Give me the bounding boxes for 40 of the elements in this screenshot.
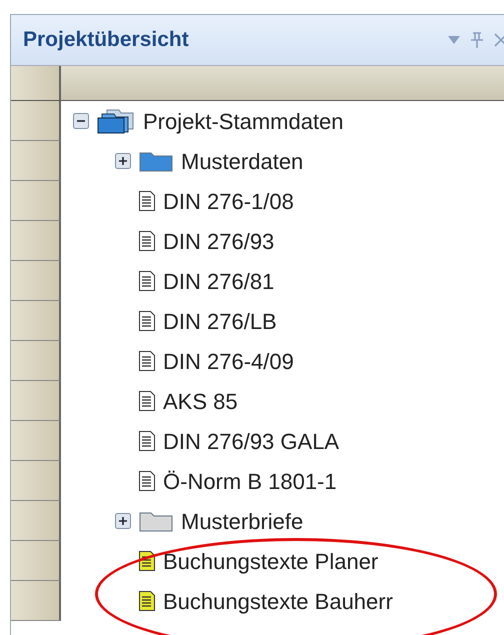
row-header bbox=[11, 581, 61, 621]
row-header bbox=[11, 461, 61, 501]
row-header bbox=[11, 301, 61, 341]
tree-item[interactable]: Ö-Norm B 1801-1 bbox=[163, 464, 337, 498]
document-icon bbox=[139, 191, 155, 211]
tree-item[interactable]: Buchungstexte Planer bbox=[163, 544, 378, 578]
row-header bbox=[11, 101, 61, 141]
tree-item[interactable]: Buchungstexte Bauherr bbox=[163, 584, 393, 618]
document-icon bbox=[139, 231, 155, 251]
document-icon bbox=[139, 271, 155, 291]
collapse-icon[interactable] bbox=[73, 113, 89, 129]
row-header bbox=[11, 66, 61, 100]
document-icon bbox=[139, 471, 155, 491]
row-header bbox=[11, 181, 61, 221]
row-header bbox=[11, 501, 61, 541]
row-header bbox=[11, 541, 61, 581]
tree-item[interactable]: DIN 276-1/08 bbox=[163, 184, 294, 218]
document-icon bbox=[139, 431, 155, 451]
document-icon bbox=[139, 311, 155, 331]
tree-item[interactable]: DIN 276-4/09 bbox=[163, 344, 294, 378]
document-icon bbox=[139, 391, 155, 411]
row-header bbox=[11, 341, 61, 381]
tree-item[interactable]: Musterdaten bbox=[181, 144, 304, 178]
tree-item[interactable]: Projekt-Stammdaten bbox=[143, 104, 344, 138]
folder-stack-icon bbox=[97, 108, 135, 134]
row-header bbox=[11, 421, 61, 461]
row-header bbox=[11, 261, 61, 301]
row-header bbox=[11, 221, 61, 261]
tree-item[interactable]: DIN 276/93 bbox=[163, 224, 274, 258]
tree-item[interactable]: DIN 276/81 bbox=[163, 264, 274, 298]
tree-item[interactable]: DIN 276/LB bbox=[163, 304, 277, 338]
row-header bbox=[11, 381, 61, 421]
panel-title: Projektübersicht bbox=[23, 27, 189, 54]
tree-item[interactable]: DIN 276/93 GALA bbox=[163, 424, 340, 458]
document-icon bbox=[139, 351, 155, 371]
tree-item[interactable]: Musterbriefe bbox=[181, 504, 304, 538]
row-header bbox=[11, 141, 61, 181]
tree-item[interactable]: AKS 85 bbox=[163, 384, 238, 418]
expand-icon[interactable] bbox=[115, 153, 131, 169]
expand-icon[interactable] bbox=[115, 513, 131, 529]
